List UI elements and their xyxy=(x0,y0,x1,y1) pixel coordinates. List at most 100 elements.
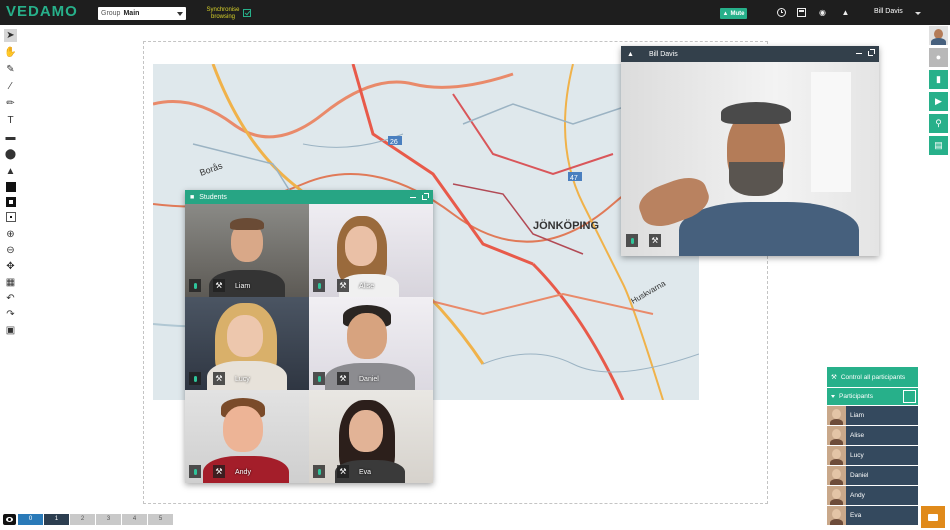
page-tab-1[interactable]: 1 xyxy=(44,514,69,525)
students-video-window[interactable]: ■ Students ⚒ Liam ⚒ Alise ⚒ Lucy ⚒ Danie… xyxy=(185,190,433,483)
notes-icon[interactable]: ▤ xyxy=(929,136,948,155)
participant-row[interactable]: Liam xyxy=(827,406,918,425)
rectangle-tool-icon[interactable]: ▬ xyxy=(4,131,17,144)
control-all-participants-button[interactable]: ⚒ Control all participants xyxy=(827,367,918,387)
page-tab-5[interactable]: 5 xyxy=(148,514,173,525)
mute-all-button[interactable]: ▲ Mute xyxy=(720,8,747,19)
participant-name: Alise xyxy=(850,432,865,439)
wrench-icon[interactable]: ⚒ xyxy=(213,279,225,292)
avatar xyxy=(827,446,846,465)
microphone-icon[interactable] xyxy=(189,372,201,385)
video-tile-andy[interactable]: ⚒ Andy xyxy=(185,390,309,483)
participant-row[interactable]: Lucy xyxy=(827,446,918,465)
sync-browsing-label: Synchronise browsing xyxy=(206,7,240,20)
award-icon[interactable]: ◉ xyxy=(818,8,827,17)
avatar xyxy=(827,506,846,525)
chevron-down-icon xyxy=(177,11,183,16)
video-tile-name: Lucy xyxy=(235,376,250,383)
video-tile-lucy[interactable]: ⚒ Lucy xyxy=(185,297,309,390)
pen-tool-icon[interactable]: ✎ xyxy=(4,63,17,76)
top-bar: VEDAMO Group Main Synchronise browsing ▲… xyxy=(0,0,950,25)
participant-row[interactable]: Eva xyxy=(827,506,918,525)
wrench-icon[interactable]: ⚒ xyxy=(649,234,661,247)
lock-icon[interactable]: ▣ xyxy=(4,324,17,337)
avatar xyxy=(827,466,846,485)
participants-header-label: Participants xyxy=(839,393,873,400)
video-tile-name: Daniel xyxy=(359,376,379,383)
teacher-window-header[interactable]: ▲ Bill Davis xyxy=(621,46,879,62)
microphone-icon[interactable] xyxy=(189,279,201,292)
bell-icon[interactable]: ▲ xyxy=(841,8,850,17)
microphone-icon[interactable] xyxy=(313,372,325,385)
fill-color-swatch[interactable] xyxy=(6,182,16,192)
participant-row[interactable]: Daniel xyxy=(827,466,918,485)
shapes-tool-icon[interactable]: ▲ xyxy=(4,165,17,178)
stats-icon[interactable] xyxy=(903,390,916,403)
video-tile-name: Andy xyxy=(235,469,251,476)
maximize-icon[interactable] xyxy=(868,49,875,56)
stroke-color-swatch[interactable] xyxy=(6,197,16,207)
microphone-icon[interactable] xyxy=(626,234,638,247)
chat-icon[interactable]: ▮ xyxy=(929,70,948,89)
stroke-width-swatch[interactable] xyxy=(6,212,16,222)
sync-browsing-checkbox[interactable] xyxy=(243,9,251,17)
map-label-jonkoping: JÖNKÖPING xyxy=(533,219,599,232)
participant-row[interactable]: Alise xyxy=(827,426,918,445)
clock-icon[interactable] xyxy=(777,8,786,17)
page-tab-0[interactable]: 0 xyxy=(18,514,43,525)
users-icon[interactable]: ● xyxy=(929,48,948,67)
zoom-in-icon[interactable]: ⊕ xyxy=(4,228,17,241)
attachment-icon[interactable]: ⚲ xyxy=(929,114,948,133)
move-icon[interactable]: ✥ xyxy=(4,260,17,273)
ellipse-tool-icon[interactable]: ⬤ xyxy=(4,148,17,161)
eye-icon[interactable] xyxy=(3,514,16,525)
avatar xyxy=(827,406,846,425)
grid-icon[interactable]: ▦ xyxy=(4,276,17,289)
text-tool-icon[interactable]: T xyxy=(4,114,17,127)
microphone-icon[interactable] xyxy=(189,465,201,478)
wrench-icon[interactable]: ⚒ xyxy=(337,372,349,385)
teacher-video-window[interactable]: ▲ Bill Davis ⚒ xyxy=(621,46,879,256)
minimize-icon[interactable] xyxy=(410,197,416,198)
redo-icon[interactable]: ↷ xyxy=(4,308,17,321)
wrench-icon[interactable]: ⚒ xyxy=(337,465,349,478)
user-menu-caret-icon[interactable] xyxy=(915,12,921,15)
microphone-icon[interactable] xyxy=(313,279,325,292)
map-road-number-26: 26 xyxy=(390,139,398,146)
wrench-icon[interactable]: ⚒ xyxy=(337,279,349,292)
mute-label: Mute xyxy=(730,10,745,17)
video-tile-liam[interactable]: ⚒ Liam xyxy=(185,204,309,297)
zoom-out-icon[interactable]: ⊖ xyxy=(4,244,17,257)
participant-row[interactable]: Andy xyxy=(827,486,918,505)
wrench-icon: ⚒ xyxy=(831,374,837,381)
video-tile-daniel[interactable]: ⚒ Daniel xyxy=(309,297,433,390)
user-avatar[interactable] xyxy=(929,26,948,45)
pointer-tool-icon[interactable]: ➤ xyxy=(4,29,17,42)
wrench-icon[interactable]: ⚒ xyxy=(213,372,225,385)
user-menu-name[interactable]: Bill Davis xyxy=(874,8,903,15)
page-tab-4[interactable]: 4 xyxy=(122,514,147,525)
group-select[interactable]: Group Main xyxy=(98,7,186,20)
group-select-value: Main xyxy=(123,10,140,17)
save-icon[interactable] xyxy=(797,8,806,17)
maximize-icon[interactable] xyxy=(422,193,429,200)
minimize-icon[interactable] xyxy=(856,53,862,54)
group-select-label: Group xyxy=(101,10,121,17)
wrench-icon[interactable]: ⚒ xyxy=(213,465,225,478)
highlighter-tool-icon[interactable]: ✏ xyxy=(4,97,17,110)
participants-header[interactable]: Participants xyxy=(827,388,918,405)
speaker-icon: ▲ xyxy=(722,10,729,17)
video-tile-eva[interactable]: ⚒ Eva xyxy=(309,390,433,483)
avatar xyxy=(827,426,846,445)
page-tab-2[interactable]: 2 xyxy=(70,514,95,525)
microphone-icon[interactable] xyxy=(313,465,325,478)
video-tile-alise[interactable]: ⚒ Alise xyxy=(309,204,433,297)
play-icon[interactable]: ▶ xyxy=(929,92,948,111)
students-window-header[interactable]: ■ Students xyxy=(185,190,433,204)
participant-name: Eva xyxy=(850,512,862,519)
line-tool-icon[interactable]: ⁄ xyxy=(4,80,17,93)
chat-bubble-button[interactable] xyxy=(921,506,945,528)
page-tab-3[interactable]: 3 xyxy=(96,514,121,525)
hand-tool-icon[interactable]: ✋ xyxy=(4,46,17,59)
undo-icon[interactable]: ↶ xyxy=(4,292,17,305)
